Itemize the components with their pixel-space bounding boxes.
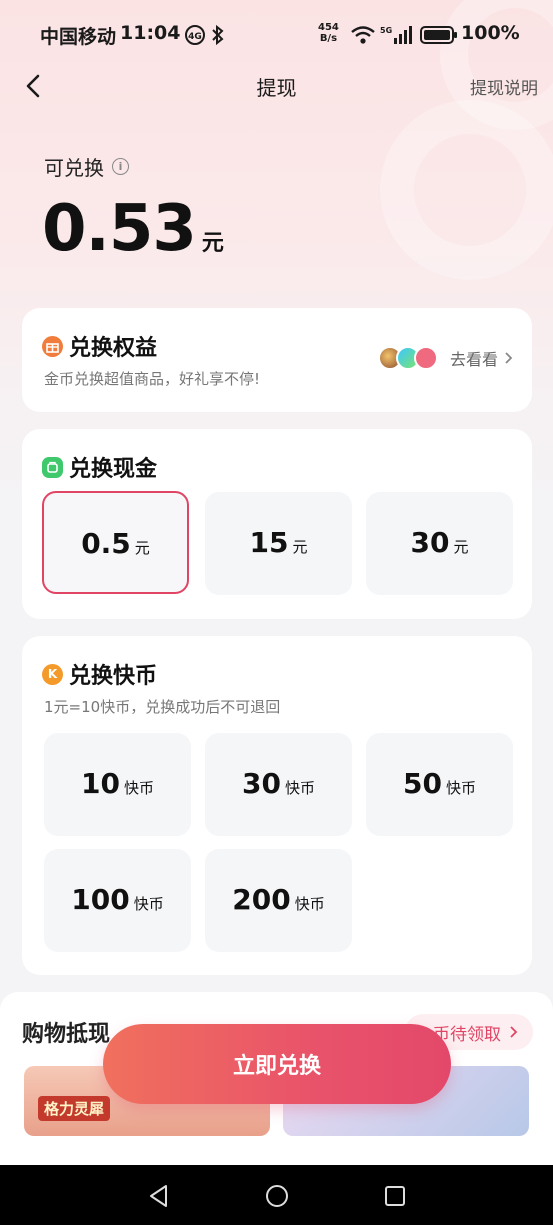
nav-recents-icon[interactable]	[382, 1183, 408, 1209]
info-icon[interactable]: i	[112, 158, 129, 175]
benefits-title-row: 兑换权益	[42, 330, 157, 362]
cash-option-unit: 元	[453, 538, 469, 556]
benefits-card[interactable]: 兑换权益 金币兑换超值商品，好礼享不停! 去看看	[22, 308, 532, 412]
kuaibi-option-50[interactable]: 50 快币	[366, 733, 513, 836]
svg-text:4G: 4G	[188, 32, 202, 42]
hd-call-icon: 4G	[185, 25, 205, 45]
gift-icon	[42, 335, 63, 357]
kuaibi-title-row: K 兑换快币	[42, 658, 157, 690]
kuaibi-option-unit: 快币	[123, 779, 154, 797]
product-banner-text: 格力灵犀	[38, 1096, 111, 1121]
kuaibi-option-value: 30	[242, 767, 281, 800]
balance-label: 可兑换	[44, 156, 104, 180]
balance-value: 0.53	[42, 192, 197, 266]
carrier-label: 中国移动	[40, 26, 117, 48]
benefits-link-label: 去看看	[449, 350, 498, 369]
benefits-subtitle: 金币兑换超值商品，好礼享不停!	[44, 370, 261, 388]
cash-option-unit: 元	[292, 538, 308, 556]
cash-option-value: 15	[249, 526, 289, 559]
kuaibi-option-200[interactable]: 200 快币	[205, 849, 352, 952]
kuaibi-option-unit: 快币	[284, 779, 315, 797]
cash-option-0-5[interactable]: 0.5 元	[42, 491, 189, 594]
cash-title-row: 兑换现金	[42, 451, 157, 483]
kuaibi-option-value: 50	[403, 767, 442, 800]
balance-unit: 元	[201, 231, 224, 256]
cash-option-30[interactable]: 30 元	[366, 492, 513, 595]
withdraw-help-link[interactable]: 提现说明	[470, 74, 538, 99]
kuaibi-card: K 兑换快币 1元=10快币，兑换成功后不可退回 10 快币 30 快币 50 …	[22, 636, 532, 975]
kuaibi-option-value: 100	[71, 883, 130, 916]
top-nav: 提现 提现说明	[0, 66, 553, 106]
bilibili-icon	[413, 346, 438, 370]
benefits-go-link[interactable]: 去看看	[377, 346, 514, 370]
kuaibi-option-30[interactable]: 30 快币	[205, 733, 352, 836]
cash-title: 兑换现金	[69, 457, 158, 482]
benefits-title: 兑换权益	[69, 336, 158, 361]
wifi-icon	[351, 26, 375, 44]
signal-icon: 5G	[380, 26, 412, 44]
kuaibi-title: 兑换快币	[69, 664, 158, 689]
shopping-title: 购物抵现	[22, 1022, 111, 1047]
wallet-icon	[42, 456, 63, 478]
benefit-avatars	[377, 346, 438, 370]
battery-icon	[420, 26, 457, 44]
kuaibi-option-unit: 快币	[445, 779, 476, 797]
kuaibi-option-unit: 快币	[133, 895, 164, 913]
cash-option-value: 30	[410, 526, 450, 559]
balance-label-row: 可兑换 i	[44, 152, 129, 181]
cash-option-15[interactable]: 15 元	[205, 492, 352, 595]
bluetooth-icon	[212, 24, 224, 46]
cash-option-value: 0.5	[81, 527, 131, 560]
network-speed-value: 454	[318, 22, 339, 33]
system-nav-bar	[0, 1165, 553, 1225]
kuaibi-coin-icon: K	[42, 663, 63, 685]
cash-card: 兑换现金 0.5 元 15 元 30 元	[22, 429, 532, 619]
redeem-now-button[interactable]: 立即兑换	[103, 1024, 451, 1104]
network-speed-unit: B/s	[319, 33, 338, 44]
balance-amount: 0.53 元	[42, 192, 224, 266]
kuaibi-option-unit: 快币	[294, 895, 325, 913]
kuaibi-option-value: 200	[232, 883, 291, 916]
nav-home-icon[interactable]	[264, 1183, 290, 1209]
kuaibi-option-value: 10	[81, 767, 120, 800]
kuaibi-rate-note: 1元=10快币，兑换成功后不可退回	[44, 698, 281, 716]
nav-back-icon[interactable]	[146, 1183, 172, 1209]
battery-percent: 100%	[461, 22, 520, 44]
kuaibi-option-10[interactable]: 10 快币	[44, 733, 191, 836]
chevron-right-icon	[505, 352, 513, 364]
clock: 11:04	[120, 22, 181, 44]
chevron-right-icon	[510, 1026, 518, 1038]
cash-option-unit: 元	[134, 539, 150, 557]
network-speed: 454 B/s	[318, 22, 339, 44]
svg-text:5G: 5G	[380, 26, 392, 35]
status-bar: 中国移动 11:04 4G 454 B/s 5G 100%	[0, 18, 553, 54]
kuaibi-option-100[interactable]: 100 快币	[44, 849, 191, 952]
